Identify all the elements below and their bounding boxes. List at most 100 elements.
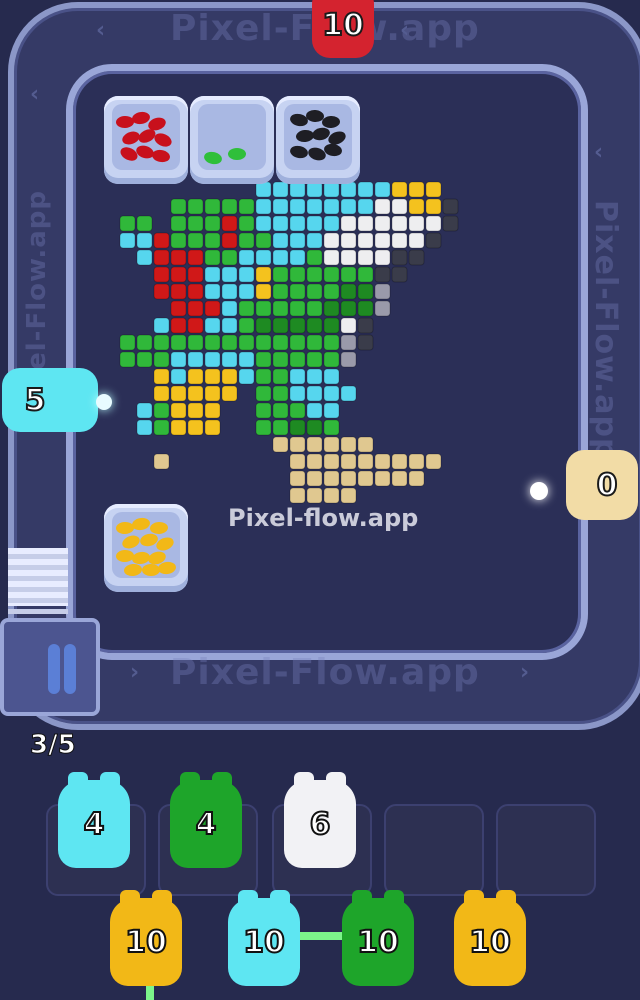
pixel-block xyxy=(425,198,442,215)
pixel-block xyxy=(136,351,153,368)
bin-red[interactable] xyxy=(104,96,188,184)
ear-icon xyxy=(68,772,88,790)
pixel-block xyxy=(204,300,221,317)
pixel-block xyxy=(187,317,204,334)
pixel-block xyxy=(357,283,374,300)
pixel-block xyxy=(357,181,374,198)
pixel-block xyxy=(323,215,340,232)
pixel-block xyxy=(425,181,442,198)
pixel-block xyxy=(357,436,374,453)
pixel-block xyxy=(170,300,187,317)
pixel-block xyxy=(119,334,136,351)
pixel-block xyxy=(187,300,204,317)
pixel-block xyxy=(272,317,289,334)
pixel-block xyxy=(204,419,221,436)
shooter-tan-right[interactable]: 0 xyxy=(566,450,638,520)
queue-shooter-white[interactable]: 6 xyxy=(284,772,356,868)
pixel-block xyxy=(306,266,323,283)
dispenser-roller xyxy=(64,644,76,694)
pixel-block xyxy=(306,453,323,470)
pixel-block xyxy=(119,215,136,232)
pixel-block xyxy=(340,181,357,198)
pixel-block xyxy=(323,232,340,249)
queue-shooter-green[interactable]: 4 xyxy=(170,772,242,868)
queue-slot-empty[interactable] xyxy=(496,804,596,896)
pixel-block xyxy=(170,351,187,368)
pixel-block xyxy=(221,215,238,232)
queue-shooter-cyan[interactable]: 4 xyxy=(58,772,130,868)
bin-black[interactable] xyxy=(276,96,360,184)
pixel-block xyxy=(136,249,153,266)
pixel-block xyxy=(136,334,153,351)
pixel-block xyxy=(255,300,272,317)
pixel-block xyxy=(272,351,289,368)
pixel-block xyxy=(306,487,323,504)
bean-icon xyxy=(151,148,171,164)
bean-icon xyxy=(321,115,341,129)
pixel-block xyxy=(153,419,170,436)
bin-yellow[interactable] xyxy=(104,504,188,592)
reserve-shooter-yellow[interactable]: 10 xyxy=(454,890,526,986)
pixel-block xyxy=(272,266,289,283)
pixel-block xyxy=(323,266,340,283)
pixel-block xyxy=(255,351,272,368)
pixel-block xyxy=(408,470,425,487)
pixel-block xyxy=(255,266,272,283)
pixel-block xyxy=(289,317,306,334)
reserve-shooter-yellow[interactable]: 10 xyxy=(110,890,182,986)
pixel-block xyxy=(221,368,238,385)
pixel-block xyxy=(340,232,357,249)
pixel-block xyxy=(306,436,323,453)
pixel-block xyxy=(323,249,340,266)
pixel-block xyxy=(357,215,374,232)
pixel-block xyxy=(442,215,459,232)
pixel-block xyxy=(374,300,391,317)
pixel-block xyxy=(204,368,221,385)
pixel-block xyxy=(289,402,306,419)
pixel-block xyxy=(187,351,204,368)
pixel-block xyxy=(204,198,221,215)
pixel-block xyxy=(187,266,204,283)
shooter-red-top[interactable]: 10 xyxy=(312,0,374,58)
pixel-block xyxy=(187,419,204,436)
pixel-block xyxy=(170,249,187,266)
pixel-block xyxy=(340,300,357,317)
ear-icon xyxy=(270,890,290,908)
queue-slot-empty[interactable] xyxy=(384,804,484,896)
pixel-block xyxy=(306,283,323,300)
pixel-block xyxy=(221,198,238,215)
pixel-block xyxy=(153,334,170,351)
pixel-block xyxy=(187,283,204,300)
pixel-block xyxy=(153,249,170,266)
pixel-block xyxy=(272,385,289,402)
queue-counter: 3/5 xyxy=(30,730,77,761)
pixel-block xyxy=(289,181,306,198)
pixel-block xyxy=(187,385,204,402)
pixel-block xyxy=(204,385,221,402)
pixel-block xyxy=(170,334,187,351)
reserve-shooter-green[interactable]: 10 xyxy=(342,890,414,986)
pixel-block xyxy=(340,453,357,470)
pixel-block xyxy=(170,317,187,334)
reserve-shooter-cyan[interactable]: 10 xyxy=(228,890,300,986)
ear-icon xyxy=(152,890,172,908)
pixel-block xyxy=(204,283,221,300)
pixel-block xyxy=(272,283,289,300)
pixel-block xyxy=(170,215,187,232)
pixel-block xyxy=(323,419,340,436)
pixel-block xyxy=(408,198,425,215)
pixel-block xyxy=(255,249,272,266)
pixel-block xyxy=(170,385,187,402)
pixel-block xyxy=(153,351,170,368)
pixel-block xyxy=(408,215,425,232)
pixel-block xyxy=(289,198,306,215)
pixel-block xyxy=(289,419,306,436)
shooter-cyan-left[interactable]: 5 xyxy=(2,368,98,432)
pixel-block xyxy=(221,334,238,351)
pixel-block xyxy=(204,402,221,419)
pixel-block xyxy=(357,453,374,470)
bin-green[interactable] xyxy=(190,96,274,184)
pixel-block xyxy=(272,249,289,266)
pixel-block xyxy=(289,453,306,470)
pixel-block xyxy=(391,249,408,266)
